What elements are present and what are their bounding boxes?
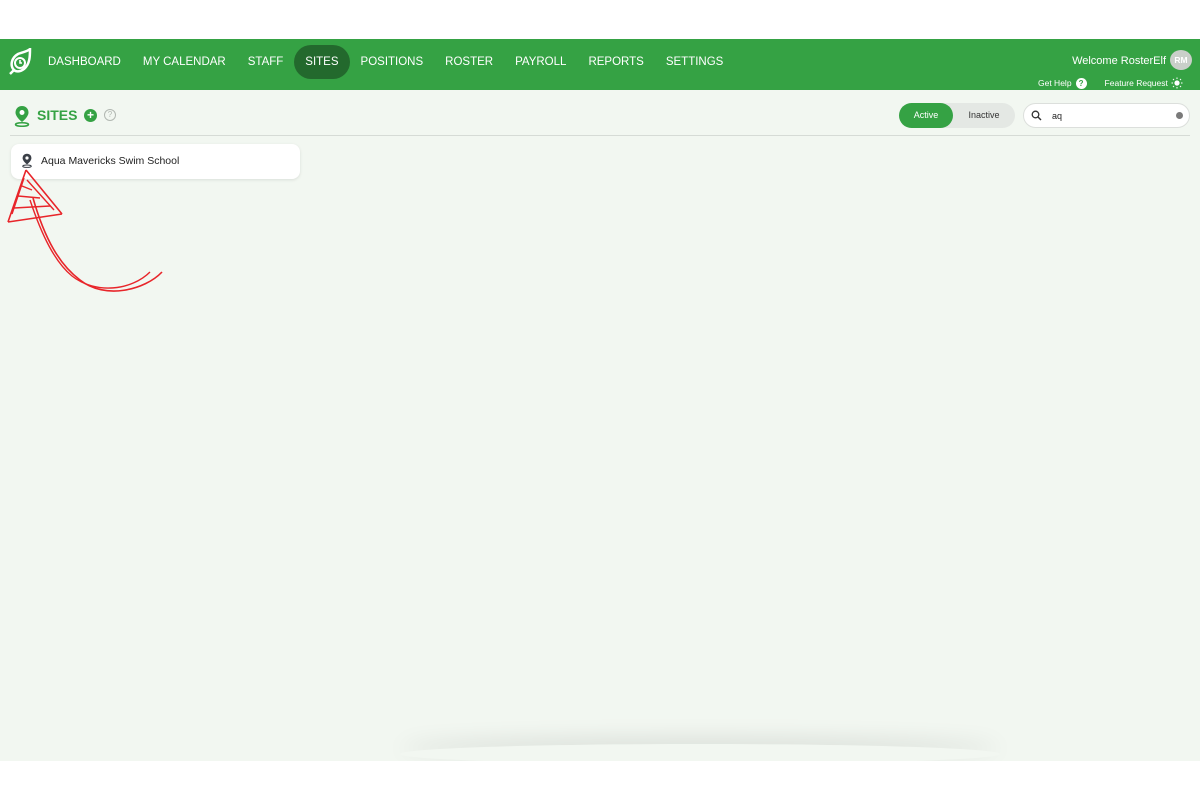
- nav-positions[interactable]: POSITIONS: [350, 45, 435, 79]
- nav-payroll[interactable]: PAYROLL: [504, 45, 577, 79]
- filter-inactive-button[interactable]: Inactive: [953, 103, 1015, 128]
- nav-settings[interactable]: SETTINGS: [655, 45, 735, 79]
- nav-roster[interactable]: ROSTER: [434, 45, 504, 79]
- help-links: Get Help? Feature Request: [1038, 77, 1183, 89]
- search-icon: [1031, 110, 1042, 121]
- nav-sites[interactable]: SITES: [294, 45, 350, 79]
- user-avatar[interactable]: RM: [1170, 50, 1192, 70]
- question-icon: ?: [1075, 77, 1087, 89]
- nav-reports[interactable]: REPORTS: [577, 45, 654, 79]
- search-box: [1023, 103, 1190, 128]
- get-help-link[interactable]: Get Help?: [1038, 77, 1087, 89]
- main-nav: DASHBOARD MY CALENDAR STAFF SITES POSITI…: [37, 45, 734, 79]
- nav-my-calendar[interactable]: MY CALENDAR: [132, 45, 237, 79]
- lightbulb-icon: [1171, 77, 1183, 89]
- rosterelf-logo-icon[interactable]: [6, 48, 32, 78]
- app-window: DASHBOARD MY CALENDAR STAFF SITES POSITI…: [0, 39, 1200, 761]
- status-filter-toggle: Active Inactive: [899, 103, 1015, 128]
- site-list-item[interactable]: Aqua Mavericks Swim School: [11, 144, 300, 179]
- location-pin-icon: [22, 153, 32, 168]
- add-site-button[interactable]: +: [84, 109, 97, 122]
- header-divider: [10, 135, 1190, 136]
- location-pin-icon: [14, 106, 30, 127]
- get-help-label: Get Help: [1038, 77, 1072, 88]
- nav-staff[interactable]: STAFF: [237, 45, 295, 79]
- filter-active-button[interactable]: Active: [899, 103, 953, 128]
- page-title: SITES: [37, 107, 78, 123]
- nav-dashboard[interactable]: DASHBOARD: [37, 45, 132, 79]
- feature-request-link[interactable]: Feature Request: [1105, 77, 1183, 89]
- bottom-panel-shadow: [400, 744, 1000, 761]
- clear-search-icon[interactable]: [1176, 112, 1183, 119]
- help-circle-icon[interactable]: ?: [104, 109, 116, 121]
- site-name: Aqua Mavericks Swim School: [41, 155, 180, 167]
- search-input[interactable]: [1052, 108, 1170, 123]
- welcome-text: Welcome RosterElf: [1072, 55, 1166, 67]
- top-navigation-bar: DASHBOARD MY CALENDAR STAFF SITES POSITI…: [0, 39, 1200, 90]
- feature-request-label: Feature Request: [1104, 78, 1168, 88]
